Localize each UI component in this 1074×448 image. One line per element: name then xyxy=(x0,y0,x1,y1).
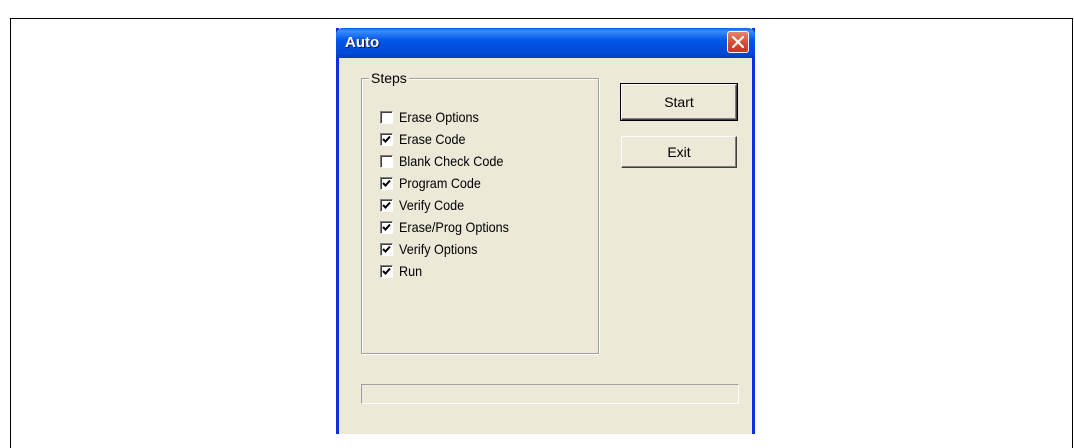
checkbox[interactable] xyxy=(380,176,393,190)
step-label: Erase Options xyxy=(399,109,479,125)
steps-group-label: Steps xyxy=(369,70,409,86)
close-button[interactable] xyxy=(727,31,749,53)
checkbox[interactable] xyxy=(380,220,393,234)
checkbox[interactable] xyxy=(380,242,393,256)
step-program-code[interactable]: Program Code xyxy=(380,175,490,191)
step-verify-code[interactable]: Verify Code xyxy=(380,197,471,213)
step-verify-options[interactable]: Verify Options xyxy=(380,241,486,257)
step-erase-code[interactable]: Erase Code xyxy=(380,131,473,147)
close-icon xyxy=(732,36,744,48)
step-blank-check-code[interactable]: Blank Check Code xyxy=(380,153,515,169)
step-label: Erase Code xyxy=(399,131,466,147)
step-label: Blank Check Code xyxy=(399,153,504,169)
steps-groupbox: Steps Erase Options Erase Code Blank Che… xyxy=(361,70,599,354)
auto-dialog: Auto Steps Erase Options Erase Code Blan… xyxy=(336,28,755,434)
window-title: Auto xyxy=(345,34,380,51)
checkbox[interactable] xyxy=(380,132,393,146)
exit-button[interactable]: Exit xyxy=(621,136,737,168)
check-icon xyxy=(382,245,391,253)
step-erase-prog-options[interactable]: Erase/Prog Options xyxy=(380,219,521,235)
step-label: Verify Code xyxy=(399,197,465,213)
progress-bar xyxy=(361,384,739,404)
check-icon xyxy=(382,223,391,231)
step-label: Run xyxy=(399,263,423,279)
step-run[interactable]: Run xyxy=(380,263,425,279)
checkbox[interactable] xyxy=(380,198,393,212)
step-erase-options[interactable]: Erase Options xyxy=(380,109,488,125)
checkbox[interactable] xyxy=(380,154,393,168)
step-label: Verify Options xyxy=(399,241,478,257)
title-bar[interactable]: Auto xyxy=(336,28,755,58)
checkbox[interactable] xyxy=(380,110,393,124)
check-icon xyxy=(382,201,391,209)
step-label: Erase/Prog Options xyxy=(399,219,509,235)
checkbox[interactable] xyxy=(380,264,393,278)
start-button[interactable]: Start xyxy=(620,83,738,121)
check-icon xyxy=(382,179,391,187)
step-label: Program Code xyxy=(399,175,481,191)
check-icon xyxy=(382,135,391,143)
check-icon xyxy=(382,267,391,275)
